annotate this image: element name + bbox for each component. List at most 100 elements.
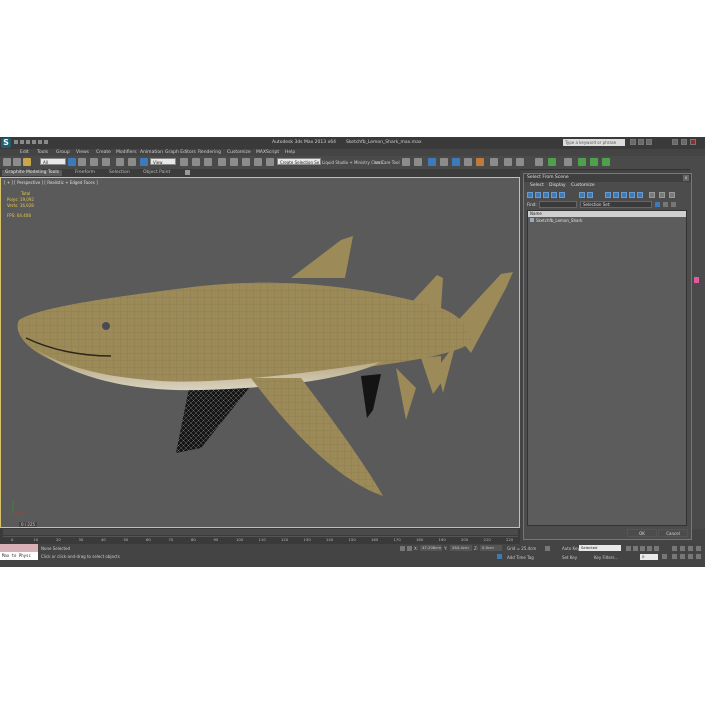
spinner-snap-icon[interactable] xyxy=(254,158,262,166)
zoom-all-icon[interactable] xyxy=(680,546,685,551)
care-tool-label[interactable]: on Care Tool xyxy=(375,160,400,165)
plugin-green-2-icon[interactable] xyxy=(590,158,598,166)
schematic-view-icon[interactable] xyxy=(464,158,472,166)
time-slider[interactable] xyxy=(3,529,518,535)
pivot-center-icon[interactable] xyxy=(180,158,188,166)
curve-editor-icon[interactable] xyxy=(452,158,460,166)
next-frame-icon[interactable] xyxy=(647,546,652,551)
help-icon[interactable] xyxy=(638,139,644,145)
extra-tool-icon[interactable] xyxy=(535,158,543,166)
tab-freeform[interactable]: Freeform xyxy=(72,170,98,176)
scale-icon[interactable] xyxy=(140,158,148,166)
filter-spacewarps-icon[interactable] xyxy=(579,192,585,198)
menu-group[interactable]: Group xyxy=(56,150,70,155)
search-icon[interactable] xyxy=(630,139,636,145)
add-time-tag-button[interactable]: Add Time Tag xyxy=(507,555,534,560)
auto-key-button[interactable]: Auto Key xyxy=(562,546,580,551)
render-setup-icon[interactable] xyxy=(490,158,498,166)
key-filters-button[interactable]: Key Filters... xyxy=(594,555,618,560)
select-highlight-icon[interactable] xyxy=(655,202,660,207)
undo-icon[interactable] xyxy=(32,140,36,144)
plugin-tool-icon[interactable] xyxy=(548,158,556,166)
filter-lights-icon[interactable] xyxy=(543,192,549,198)
shark-model[interactable] xyxy=(1,178,520,528)
filter-xrefs-icon[interactable] xyxy=(605,192,611,198)
filter-all-icon[interactable] xyxy=(649,192,655,198)
menu-rendering[interactable]: Rendering xyxy=(198,150,221,155)
percent-snap-icon[interactable] xyxy=(242,158,250,166)
ok-button[interactable]: OK xyxy=(627,529,657,537)
filter-frozen-icon[interactable] xyxy=(629,192,635,198)
field-of-view-icon[interactable] xyxy=(672,554,677,559)
select-manipulate-icon[interactable] xyxy=(192,158,200,166)
find-input[interactable] xyxy=(539,201,577,208)
app-logo-icon[interactable]: S xyxy=(1,138,11,148)
rotate-icon[interactable] xyxy=(128,158,136,166)
perspective-viewport[interactable]: [ + ] [ Perspective ] [ Realistic + Edge… xyxy=(0,177,520,528)
maximize-icon[interactable] xyxy=(681,139,687,145)
filter-cameras-icon[interactable] xyxy=(551,192,557,198)
menu-tools[interactable]: Tools xyxy=(37,150,48,155)
dialog-menu-display[interactable]: Display xyxy=(549,183,566,188)
material-editor-icon[interactable] xyxy=(476,158,484,166)
z-coordinate-field[interactable]: 0.0cm xyxy=(480,545,502,551)
list-item[interactable]: Sketchfb_Lemon_Shark xyxy=(530,218,582,223)
time-tag-icon[interactable] xyxy=(497,554,502,559)
star-icon[interactable] xyxy=(646,139,652,145)
filter-groups-icon[interactable] xyxy=(587,192,593,198)
project-folder-icon[interactable] xyxy=(44,140,48,144)
search-input[interactable]: Type a keyword or phrase xyxy=(563,139,625,146)
scene-object-list[interactable]: Name Sketchfb_Lemon_Shark xyxy=(527,210,687,526)
filter-containers-icon[interactable] xyxy=(621,192,627,198)
dialog-menu-customize[interactable]: Customize xyxy=(571,183,595,188)
dialog-menu-select[interactable]: Select xyxy=(530,183,544,188)
menu-animation[interactable]: Animation xyxy=(140,150,163,155)
select-object-icon[interactable] xyxy=(68,158,76,166)
menu-graph-editors[interactable]: Graph Editors xyxy=(165,150,196,155)
column-header-name[interactable]: Name xyxy=(528,211,686,217)
menu-modifiers[interactable]: Modifiers xyxy=(116,150,137,155)
orbit-icon[interactable] xyxy=(688,554,693,559)
go-to-end-icon[interactable] xyxy=(654,546,659,551)
tab-graphite-modeling[interactable]: Graphite Modeling Tools xyxy=(2,170,63,176)
align-icon[interactable] xyxy=(414,158,422,166)
zoom-extents-icon[interactable] xyxy=(688,546,693,551)
menu-create[interactable]: Create xyxy=(96,150,111,155)
current-frame-field[interactable]: 0 xyxy=(640,554,658,560)
rectangular-selection-icon[interactable] xyxy=(90,158,98,166)
previous-frame-icon[interactable] xyxy=(633,546,638,551)
named-selection-dropdown[interactable]: Create Selection Se xyxy=(277,158,321,165)
reference-coordinate-dropdown[interactable]: View xyxy=(150,158,176,165)
tab-selection[interactable]: Selection xyxy=(106,170,133,176)
ribbon-options-icon[interactable] xyxy=(185,170,190,175)
graphite-toggle-icon[interactable] xyxy=(440,158,448,166)
open-file-icon[interactable] xyxy=(20,140,24,144)
link-icon[interactable] xyxy=(3,158,11,166)
filter-geometry-icon[interactable] xyxy=(527,192,533,198)
tab-object-paint[interactable]: Object Paint xyxy=(140,170,173,176)
script-tool-icon[interactable] xyxy=(564,158,572,166)
set-key-button[interactable]: Set Key xyxy=(562,555,577,560)
menu-maxscript[interactable]: MAXScript xyxy=(256,150,279,155)
menu-views[interactable]: Views xyxy=(76,150,89,155)
maximize-viewport-icon[interactable] xyxy=(696,554,701,559)
maxscript-listener-top[interactable] xyxy=(0,544,38,552)
filter-hidden-icon[interactable] xyxy=(637,192,643,198)
filter-shapes-icon[interactable] xyxy=(535,192,541,198)
viewport-label[interactable]: [ + ] [ Perspective ] [ Realistic + Edge… xyxy=(4,180,98,185)
edit-named-selection-icon[interactable] xyxy=(266,158,274,166)
layer-manager-icon[interactable] xyxy=(428,158,436,166)
track-bar[interactable]: 0 10 20 30 40 50 60 70 80 90 100 110 120 130 140 150 160… xyxy=(3,536,518,544)
cancel-button[interactable]: Cancel xyxy=(658,529,688,537)
filter-invert-icon[interactable] xyxy=(669,192,675,198)
display-children-icon[interactable] xyxy=(671,202,676,207)
window-crossing-icon[interactable] xyxy=(102,158,110,166)
y-coordinate-field[interactable]: 284.4cm xyxy=(450,545,472,551)
render-production-icon[interactable] xyxy=(516,158,524,166)
plugin-green-1-icon[interactable] xyxy=(578,158,586,166)
move-icon[interactable] xyxy=(116,158,124,166)
x-coordinate-field[interactable]: 47.208cm xyxy=(420,545,442,551)
minimize-icon[interactable] xyxy=(672,139,678,145)
zoom-icon[interactable] xyxy=(672,546,677,551)
menu-help[interactable]: Help xyxy=(285,150,295,155)
